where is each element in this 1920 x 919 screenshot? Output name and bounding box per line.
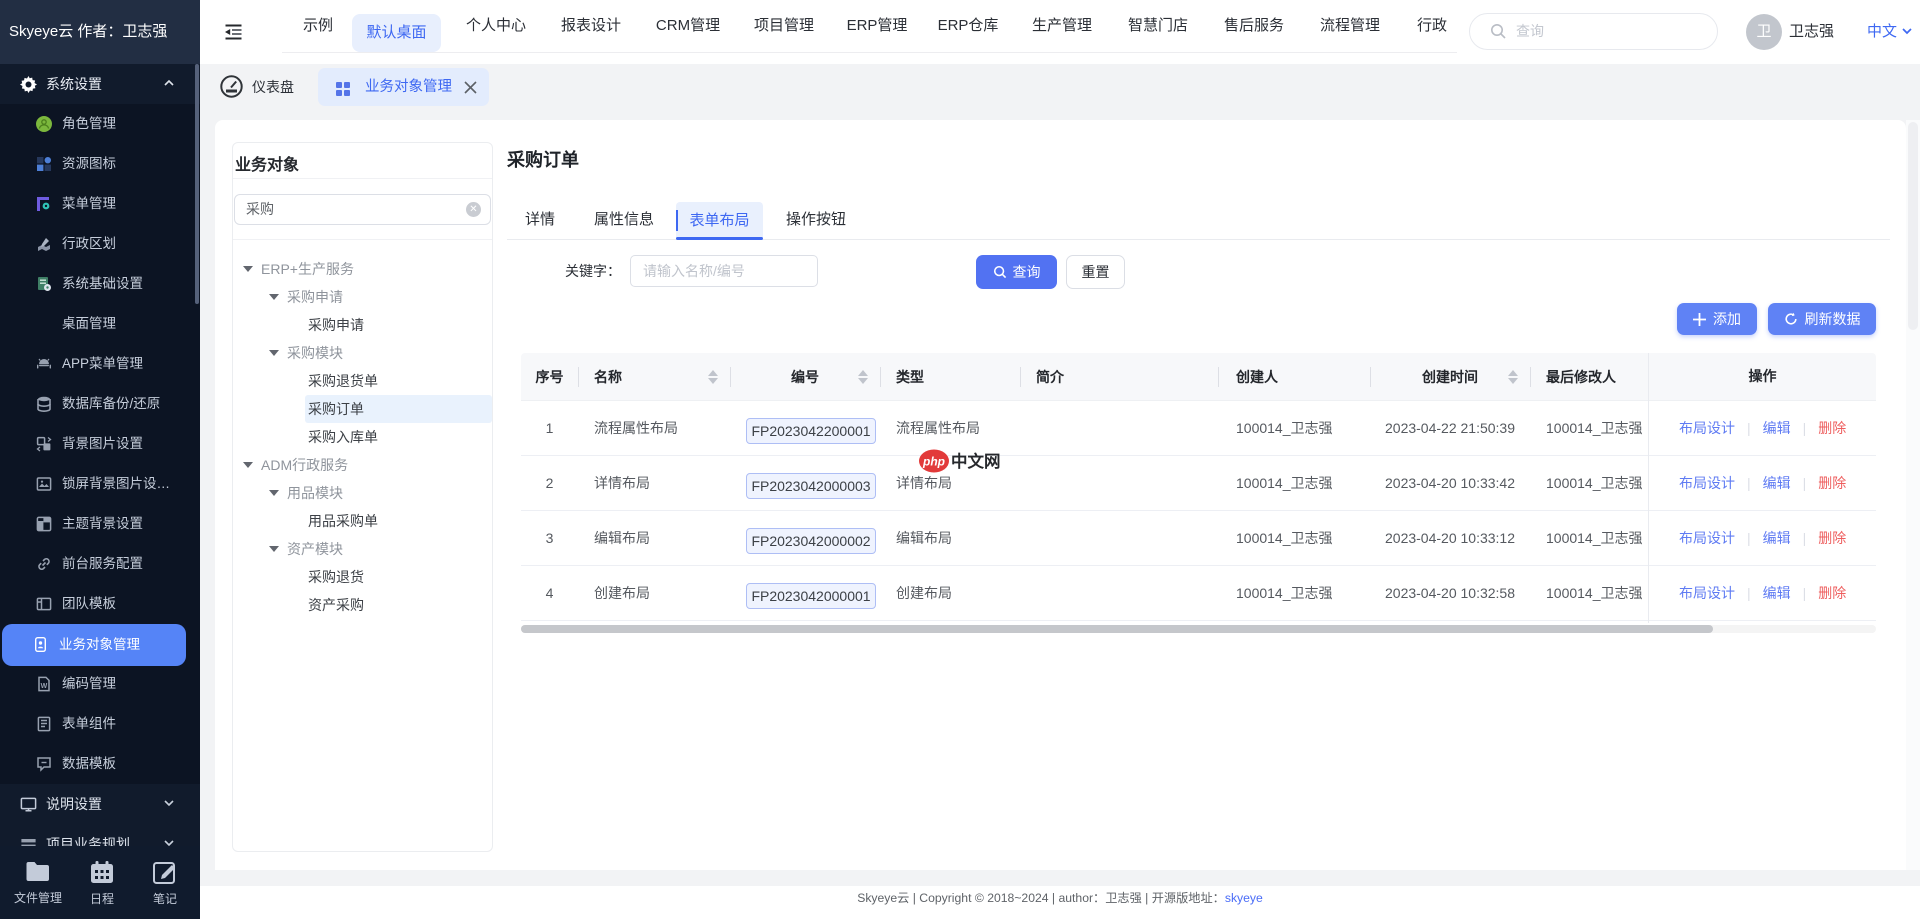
svg-text:中文网: 中文网 bbox=[951, 451, 1001, 471]
svg-text:W: W bbox=[41, 683, 48, 690]
svg-text:php: php bbox=[922, 455, 945, 469]
